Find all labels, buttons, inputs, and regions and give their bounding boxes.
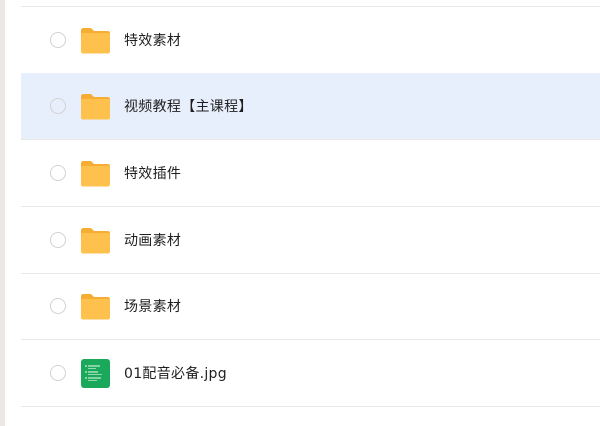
item-name: 视频教程【主课程】 [124, 99, 253, 115]
file-browser: 特效素材 视频教程【主课程】 特效插件 动画素材 场景素材 01配音必备.jpg [0, 0, 600, 426]
item-name: 特效插件 [124, 166, 182, 182]
folder-icon [80, 91, 111, 122]
item-name: 01配音必备.jpg [124, 366, 227, 382]
list-item-folder[interactable]: 特效素材 [21, 7, 600, 74]
select-radio[interactable] [50, 165, 66, 181]
folder-icon [80, 158, 111, 189]
select-radio[interactable] [50, 232, 66, 248]
select-radio[interactable] [50, 365, 66, 381]
item-name: 特效素材 [124, 33, 182, 49]
folder-icon [80, 291, 111, 322]
select-radio[interactable] [50, 298, 66, 314]
list-item-folder[interactable]: 动画素材 [21, 207, 600, 274]
item-name: 场景素材 [124, 299, 182, 315]
folder-icon [80, 225, 111, 256]
item-name: 动画素材 [124, 233, 182, 249]
file-list: 特效素材 视频教程【主课程】 特效插件 动画素材 场景素材 01配音必备.jpg [21, 0, 600, 426]
select-radio[interactable] [50, 32, 66, 48]
select-radio[interactable] [50, 98, 66, 114]
list-item-folder[interactable]: 视频教程【主课程】 [21, 73, 600, 140]
list-item-file[interactable]: 01配音必备.jpg [21, 340, 600, 407]
list-item-folder[interactable]: 场景素材 [21, 273, 600, 340]
image-file-icon [80, 358, 111, 389]
list-item-folder[interactable]: 特效插件 [21, 140, 600, 207]
sidebar-edge [0, 0, 5, 426]
folder-icon [80, 25, 111, 56]
